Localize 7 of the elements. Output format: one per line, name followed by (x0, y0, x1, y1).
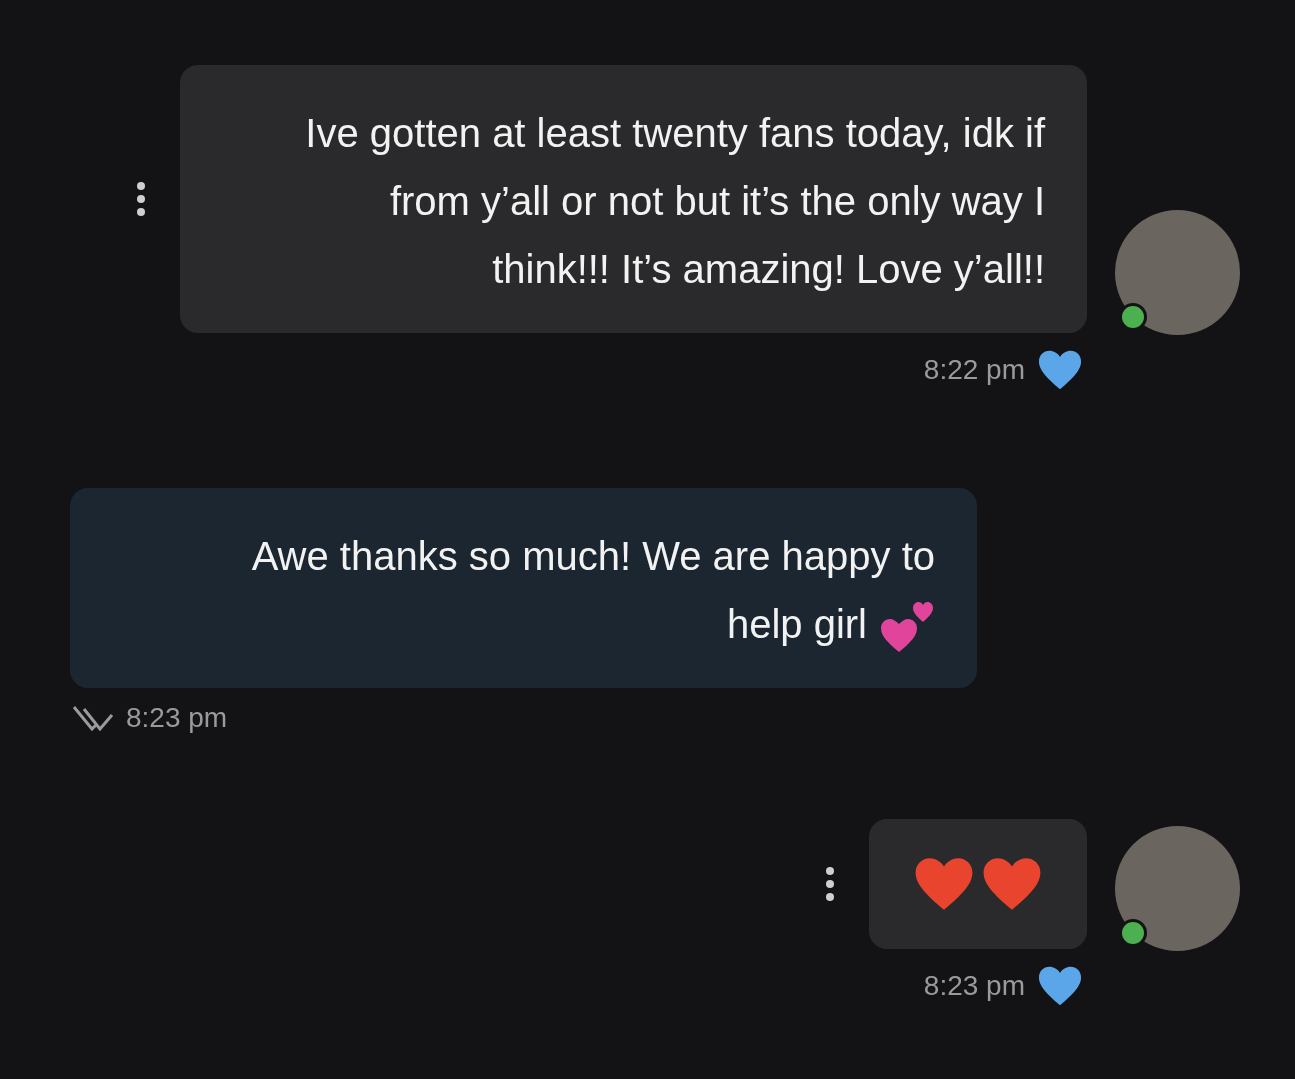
message-bubble: Awe thanks so much! We are happy to help girl (70, 488, 977, 688)
more-icon[interactable] (826, 867, 834, 901)
message-time: 8:23 pm (126, 702, 228, 734)
message-time: 8:23 pm (923, 970, 1025, 1002)
message-time: 8:22 pm (923, 354, 1025, 386)
more-icon[interactable] (137, 182, 145, 216)
message-bubble: Ive gotten at least twenty fans today, idk if from y’all or not but it’s the only way I think!!! It’s amazing! Love y’all!! (180, 65, 1087, 333)
